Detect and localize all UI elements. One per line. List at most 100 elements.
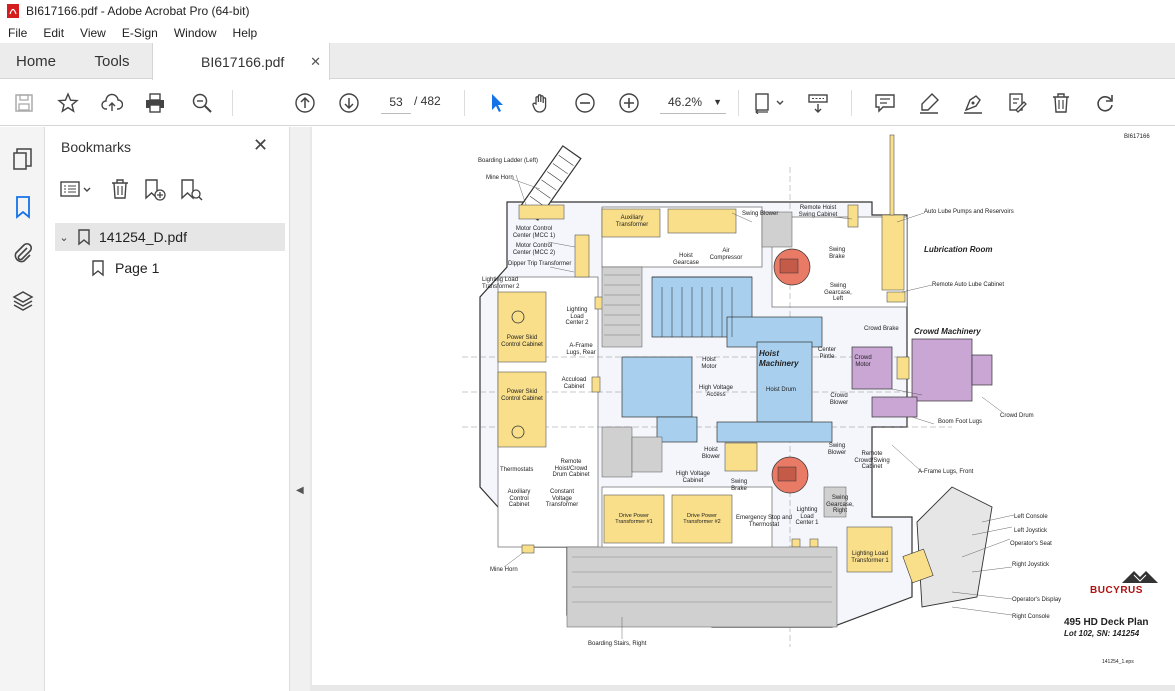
previous-page-icon[interactable] <box>293 91 317 115</box>
label-power-skid-1: Power Skid Control Cabinet <box>501 335 543 348</box>
label-mine-horn: Mine Horn <box>486 175 514 181</box>
menu-edit[interactable]: Edit <box>35 26 72 40</box>
save-icon[interactable] <box>12 91 36 115</box>
bookmark-child-item[interactable]: Page 1 <box>89 255 159 281</box>
highlight-pen-icon[interactable] <box>917 91 941 115</box>
close-tab-icon[interactable]: ✕ <box>310 54 321 70</box>
scrolling-mode-icon[interactable] <box>806 91 830 115</box>
label-constant-voltage: Constant Voltage Transformer <box>545 489 579 509</box>
collapse-arrow-icon[interactable]: ◀ <box>296 485 304 496</box>
label-air-compressor: Air Compressor <box>709 248 743 261</box>
footer-code: 141254_1.eps <box>1102 659 1134 665</box>
bookmark-item[interactable]: ⌄ 141254_D.pdf <box>55 223 285 251</box>
label-swing-blower-top: Swing Blower <box>742 211 779 217</box>
tab-bar: Home Tools BI617166.pdf ✕ <box>0 43 1175 80</box>
label-aframe-front: A-Frame Lugs, Front <box>918 469 974 475</box>
label-mine-horn-bottom: Mine Horn <box>490 567 518 573</box>
sign-pen-icon[interactable] <box>961 91 985 115</box>
delete-bookmark-icon[interactable] <box>109 178 131 200</box>
bookmark-from-selection-icon[interactable] <box>179 178 203 202</box>
print-icon[interactable] <box>143 91 167 115</box>
toolbar-separator <box>851 90 852 116</box>
bookmark-icon[interactable] <box>11 195 35 219</box>
chevron-down-icon[interactable]: ⌄ <box>55 231 73 244</box>
label-accuload: Accuload Cabinet <box>561 377 587 390</box>
page-number-input[interactable]: 53 <box>381 90 411 114</box>
zoom-in-icon[interactable] <box>617 91 641 115</box>
tab-home[interactable]: Home <box>0 43 72 79</box>
upload-cloud-icon[interactable] <box>100 91 124 115</box>
bookmarks-toolbar <box>59 177 279 203</box>
zoom-search-icon[interactable] <box>190 91 214 115</box>
label-right-joystick: Right Joystick <box>1012 562 1050 568</box>
label-drive-power-1: Drive Power Transformer #1 <box>615 513 653 526</box>
menu-file[interactable]: File <box>0 26 35 40</box>
plan-title: 495 HD Deck Plan <box>1064 617 1149 628</box>
label-remote-crowd-swing: Remote Crowd/Swing Cabinet <box>854 451 890 471</box>
title-bar: BI617166.pdf - Adobe Acrobat Pro (64-bit… <box>0 0 1175 22</box>
label-hoist-blower: Hoist Blower <box>701 447 721 460</box>
label-aux-control: Auxiliary Control Cabinet <box>507 489 531 509</box>
bookmark-options-icon[interactable] <box>59 179 95 201</box>
label-operators-display: Operator's Display <box>1012 597 1062 603</box>
label-thermostats: Thermostats <box>500 467 534 473</box>
label-high-voltage-access: High Voltage Access <box>698 385 734 398</box>
label-aframe-rear: A-Frame Lugs, Rear <box>566 343 596 356</box>
label-drive-power-2: Drive Power Transformer #2 <box>683 513 721 526</box>
zoom-level-dropdown[interactable]: 46.2% ▼ <box>660 90 726 114</box>
main-toolbar: 53 / 482 46.2% ▼ <box>0 80 1175 126</box>
label-mcc1: Motor Control Center (MCC 1) <box>512 226 556 239</box>
menu-esign[interactable]: E-Sign <box>114 26 166 40</box>
star-icon[interactable] <box>56 91 80 115</box>
chevron-down-icon: ▼ <box>713 96 722 107</box>
acrobat-pdf-icon <box>7 4 19 18</box>
label-operators-seat: Operator's Seat <box>1010 541 1052 547</box>
edit-pdf-icon[interactable] <box>1005 91 1029 115</box>
menu-window[interactable]: Window <box>166 26 225 40</box>
label-remote-hoist-crowd: Remote Hoist/Crowd Drum Cabinet <box>552 459 590 479</box>
room-hoist-machinery: Hoist Machinery <box>759 349 799 368</box>
label-lighting-load-1: Lighting Load Transformer 1 <box>851 551 889 564</box>
menu-help[interactable]: Help <box>225 26 266 40</box>
label-auto-lube-pumps: Auto Lube Pumps and Reservoirs <box>924 209 1014 215</box>
label-high-voltage-cabinet: High Voltage Cabinet <box>675 471 711 484</box>
bookmark-icon <box>92 260 104 277</box>
label-lighting-load-center-2: Lighting Load Center 2 <box>565 307 589 327</box>
hand-tool-icon[interactable] <box>529 91 553 115</box>
attachment-paperclip-icon[interactable] <box>11 241 35 265</box>
label-lighting-load-center-1: Lighting Load Center 1 <box>795 507 819 527</box>
label-crowd-drum: Crowd Drum <box>1000 413 1034 419</box>
zoom-out-icon[interactable] <box>573 91 597 115</box>
page-thumbnails-icon[interactable] <box>11 147 35 171</box>
label-center-pintle: Center Pintle <box>817 347 836 360</box>
label-swing-brake-bottom: Swing Brake <box>730 479 748 492</box>
label-remote-hoist-swing: Remote Hoist Swing Cabinet <box>798 205 838 218</box>
panel-collapse-bar[interactable]: ◀ <box>290 127 310 691</box>
brand-name: BUCYRUS <box>1090 585 1143 596</box>
delete-trash-icon[interactable] <box>1049 91 1073 115</box>
select-cursor-icon[interactable] <box>485 91 509 115</box>
tab-document-label: BI617166.pdf <box>201 53 285 70</box>
layers-icon[interactable] <box>11 289 35 313</box>
close-panel-icon[interactable]: ✕ <box>253 135 273 155</box>
menu-view[interactable]: View <box>72 26 114 40</box>
zoom-level-value: 46.2% <box>668 94 703 109</box>
bookmark-label: 141254_D.pdf <box>99 229 187 245</box>
tab-document[interactable]: BI617166.pdf ✕ <box>152 43 330 80</box>
label-hoist-drum: Hoist Drum <box>766 387 797 393</box>
doc-id: BI617166 <box>1124 134 1150 140</box>
page-fit-icon[interactable] <box>752 91 788 115</box>
rotate-redo-icon[interactable] <box>1093 91 1117 115</box>
label-hoist-gearcase: Hoist Gearcase <box>672 253 699 266</box>
document-viewer[interactable]: BI617166 Boarding Ladder (Left) Mine Hor… <box>310 127 1175 691</box>
menu-bar: File Edit View E-Sign Window Help <box>0 22 1175 43</box>
label-boom-foot-lugs: Boom Foot Lugs <box>938 419 983 425</box>
label-crowd-brake: Crowd Brake <box>864 326 899 332</box>
label-swing-blower-bottom: Swing Blower <box>827 443 847 456</box>
comment-icon[interactable] <box>873 91 897 115</box>
new-bookmark-icon[interactable] <box>143 178 167 202</box>
label-power-skid-2: Power Skid Control Cabinet <box>501 389 543 402</box>
next-page-icon[interactable] <box>337 91 361 115</box>
label-left-console: Left Console <box>1014 514 1048 520</box>
tab-tools[interactable]: Tools <box>72 43 152 79</box>
